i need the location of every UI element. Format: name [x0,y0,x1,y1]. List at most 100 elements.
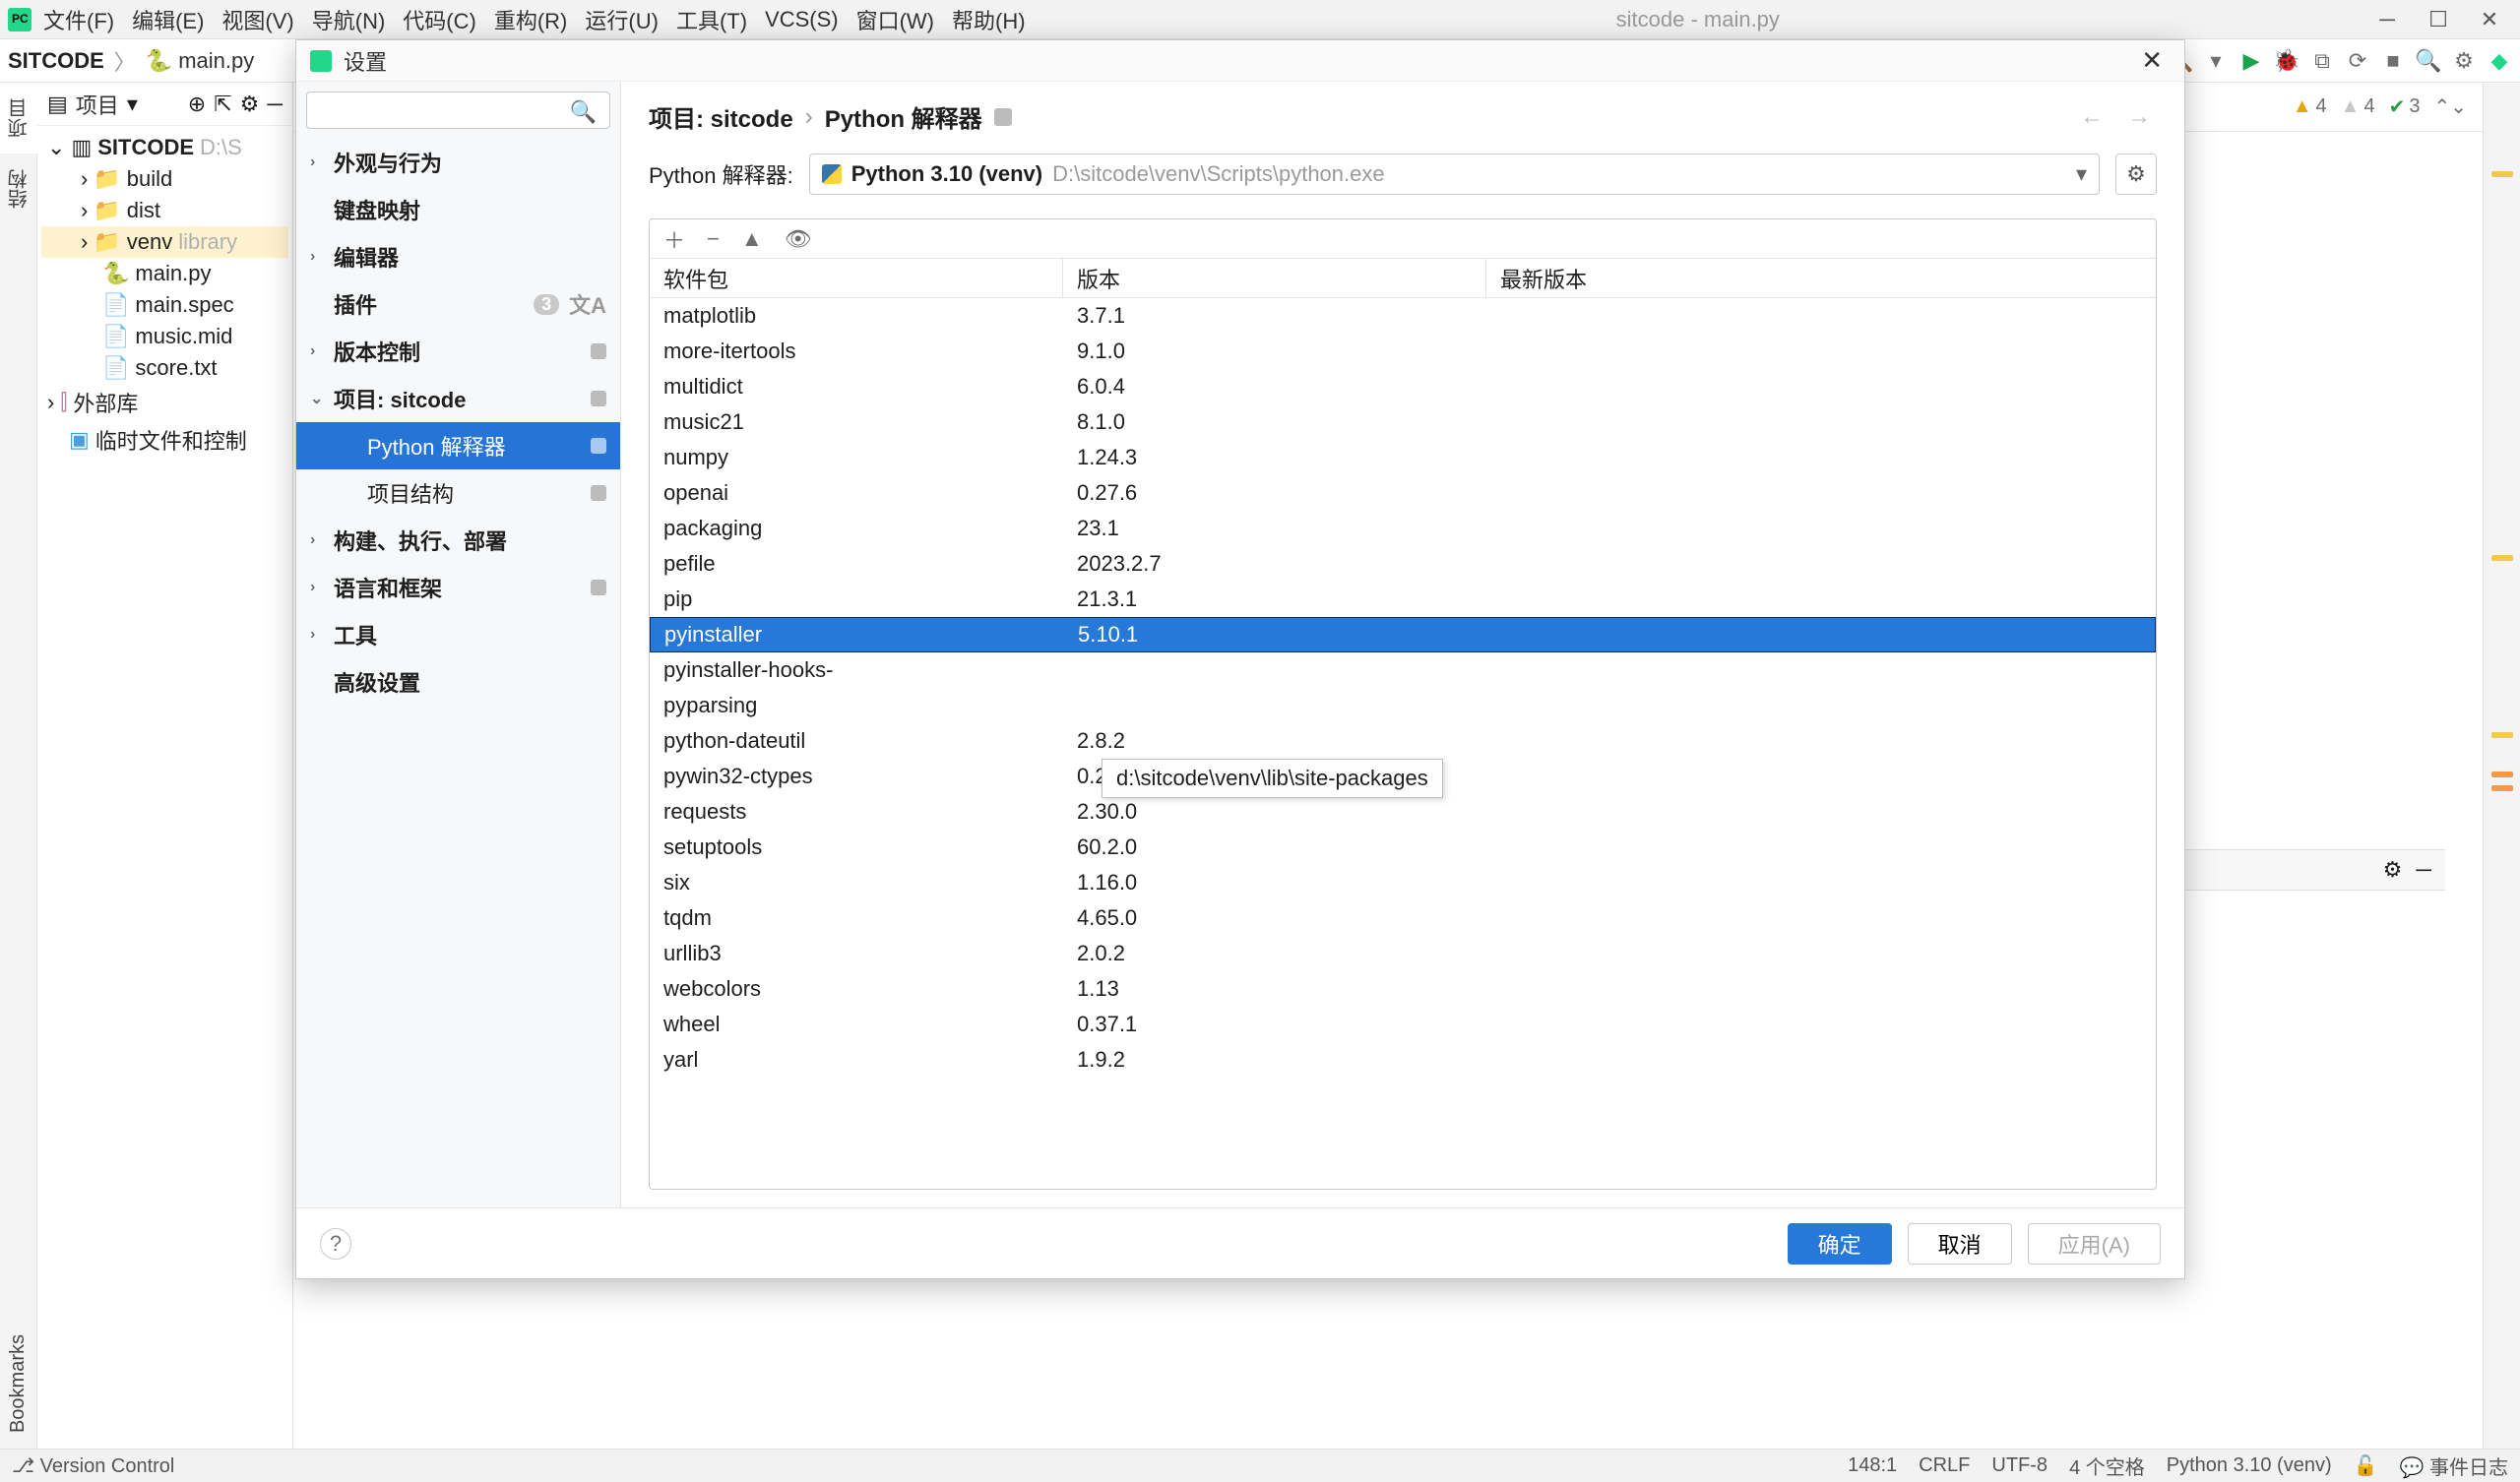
menu-edit[interactable]: 编辑(E) [126,0,210,39]
tree-node[interactable]: 📄main.spec [41,289,288,321]
settings-nav-item[interactable]: Python 解释器 [296,422,620,469]
remove-package-icon[interactable]: − [707,226,720,252]
target-icon[interactable]: ⊕ [188,92,206,117]
stop-icon[interactable]: ■ [2380,48,2406,74]
help-icon[interactable]: ? [320,1228,351,1260]
interpreter-combo[interactable]: Python 3.10 (venv) D:\sitcode\venv\Scrip… [809,154,2100,195]
expand-icon[interactable] [81,198,88,223]
menu-file[interactable]: 文件(F) [37,0,120,39]
menu-refactor[interactable]: 重构(R) [488,0,574,39]
menu-vcs[interactable]: VCS(S) [759,3,845,36]
add-package-icon[interactable]: ＋ [663,223,685,255]
menu-code[interactable]: 代码(C) [397,0,482,39]
settings-nav-item[interactable]: ›版本控制 [296,328,620,375]
settings-nav-item[interactable]: ›编辑器 [296,233,620,280]
passed-badge[interactable]: ✔3 [2389,94,2421,119]
apply-button[interactable]: 应用(A) [2028,1223,2161,1265]
tree-node[interactable]: 📄score.txt [41,352,288,384]
breadcrumb-file[interactable]: 🐍 main.py [146,48,254,74]
package-row[interactable]: six1.16.0 [650,865,2156,900]
close-icon[interactable]: ✕ [2133,43,2171,78]
collapse-icon[interactable]: ⇱ [214,92,231,117]
settings-nav-item[interactable]: ›构建、执行、部署 [296,517,620,564]
project-panel-title[interactable]: 项目 [76,89,119,120]
settings-nav-item[interactable]: ›工具 [296,611,620,658]
package-row[interactable]: webcolors1.13 [650,971,2156,1007]
gear-icon[interactable]: ⚙ [240,92,260,117]
interpreter-settings-button[interactable]: ⚙ [2115,154,2157,195]
packages-list[interactable]: matplotlib3.7.1more-itertools9.1.0multid… [650,298,2156,1189]
settings-nav-item[interactable]: 插件3文A [296,280,620,328]
tree-node[interactable]: 📁venv library [41,226,288,258]
menu-navigate[interactable]: 导航(N) [306,0,392,39]
col-latest[interactable]: 最新版本 [1486,263,2156,294]
package-row[interactable]: pip21.3.1 [650,582,2156,617]
breadcrumb-root[interactable]: SITCODE [8,48,104,74]
indent-settings[interactable]: 4 个空格 [2069,1451,2145,1480]
package-row[interactable]: pyparsing [650,688,2156,723]
tree-node[interactable]: 📁build [41,163,288,195]
settings-nav-item[interactable]: 高级设置 [296,658,620,706]
col-version[interactable]: 版本 [1063,259,1486,297]
settings-nav-item[interactable]: ⌄项目: sitcode [296,375,620,422]
minimize-icon[interactable]: ─ [2364,5,2410,34]
col-name[interactable]: 软件包 [650,259,1063,297]
stripe-mark-icon[interactable] [2491,785,2513,791]
expand-icon[interactable] [47,390,54,415]
tree-root[interactable]: ▥ SITCODE D:\S [41,132,288,163]
run-config-dropdown[interactable]: ▾ [2203,48,2229,74]
package-row[interactable]: pyinstaller5.10.1 [650,617,2156,652]
interpreter-widget[interactable]: Python 3.10 (venv) [2167,1454,2332,1477]
package-row[interactable]: wheel0.37.1 [650,1007,2156,1042]
weak-warnings-badge[interactable]: ▲4 [2341,95,2375,118]
menu-help[interactable]: 帮助(H) [946,0,1032,39]
event-log[interactable]: 💬 事件日志 [2400,1451,2508,1480]
bookmarks-tool-tab[interactable]: Bookmarks [3,1319,33,1449]
stripe-mark-icon[interactable] [2491,555,2513,561]
vcs-widget[interactable]: ⎇ Version Control [12,1453,174,1478]
debug-icon[interactable]: 🐞 [2274,48,2300,74]
settings-nav-item[interactable]: 键盘映射 [296,186,620,233]
package-row[interactable]: setuptools60.2.0 [650,830,2156,865]
coverage-icon[interactable]: ⧉ [2309,48,2335,74]
close-icon[interactable]: ✕ [2467,5,2512,34]
file-encoding[interactable]: UTF-8 [1991,1454,2048,1477]
crumb-project[interactable]: 项目: sitcode [649,99,793,134]
hide-icon[interactable]: ─ [2416,857,2431,883]
settings-tree[interactable]: ›外观与行为键盘映射›编辑器插件3文A›版本控制⌄项目: sitcodePyth… [296,139,620,1207]
line-separator[interactable]: CRLF [1919,1454,1970,1477]
package-row[interactable]: yarl1.9.2 [650,1042,2156,1078]
stripe-mark-icon[interactable] [2491,171,2513,177]
read-only-icon[interactable]: 🔓 [2354,1453,2378,1478]
gear-icon[interactable]: ⚙ [2383,857,2403,883]
expand-icon[interactable] [81,229,88,255]
upgrade-package-icon[interactable]: ▲ [741,226,763,252]
package-row[interactable]: tqdm4.65.0 [650,900,2156,936]
back-icon[interactable]: ← [2074,103,2110,131]
right-error-stripe[interactable] [2483,83,2520,1449]
run-icon[interactable]: ▶ [2238,48,2264,74]
package-row[interactable]: pyinstaller-hooks- [650,652,2156,688]
tree-node[interactable]: 📄music.mid [41,321,288,352]
tree-external-libs[interactable]: ⫿ 外部库 [41,384,288,421]
tree-scratches[interactable]: ▣ 临时文件和控制 [41,421,288,459]
hide-icon[interactable]: ─ [267,92,283,117]
warnings-badge[interactable]: ▲4 [2293,95,2327,118]
profile-icon[interactable]: ⟳ [2345,48,2370,74]
ide-services-icon[interactable]: ◆ [2487,48,2512,74]
project-tree[interactable]: ▥ SITCODE D:\S 📁build📁dist📁venv library🐍… [37,126,292,464]
chevron-down-icon[interactable]: ▾ [127,92,138,117]
search-everywhere-icon[interactable]: 🔍 [2416,48,2441,74]
settings-nav-item[interactable]: ›语言和框架 [296,564,620,611]
menu-tools[interactable]: 工具(T) [670,0,753,39]
caret-position[interactable]: 148:1 [1848,1454,1897,1477]
structure-tool-tab[interactable]: 结构 [0,154,37,224]
chevron-up-down-icon[interactable]: ⌃⌄ [2433,94,2467,119]
package-row[interactable]: openai0.27.6 [650,475,2156,511]
settings-nav-item[interactable]: ›外观与行为 [296,139,620,186]
settings-gear-icon[interactable]: ⚙ [2451,48,2477,74]
tree-node[interactable]: 🐍main.py [41,258,288,289]
package-row[interactable]: matplotlib3.7.1 [650,298,2156,334]
package-row[interactable]: requests2.30.0 [650,794,2156,830]
show-early-releases-icon[interactable]: 👁 [785,226,812,252]
